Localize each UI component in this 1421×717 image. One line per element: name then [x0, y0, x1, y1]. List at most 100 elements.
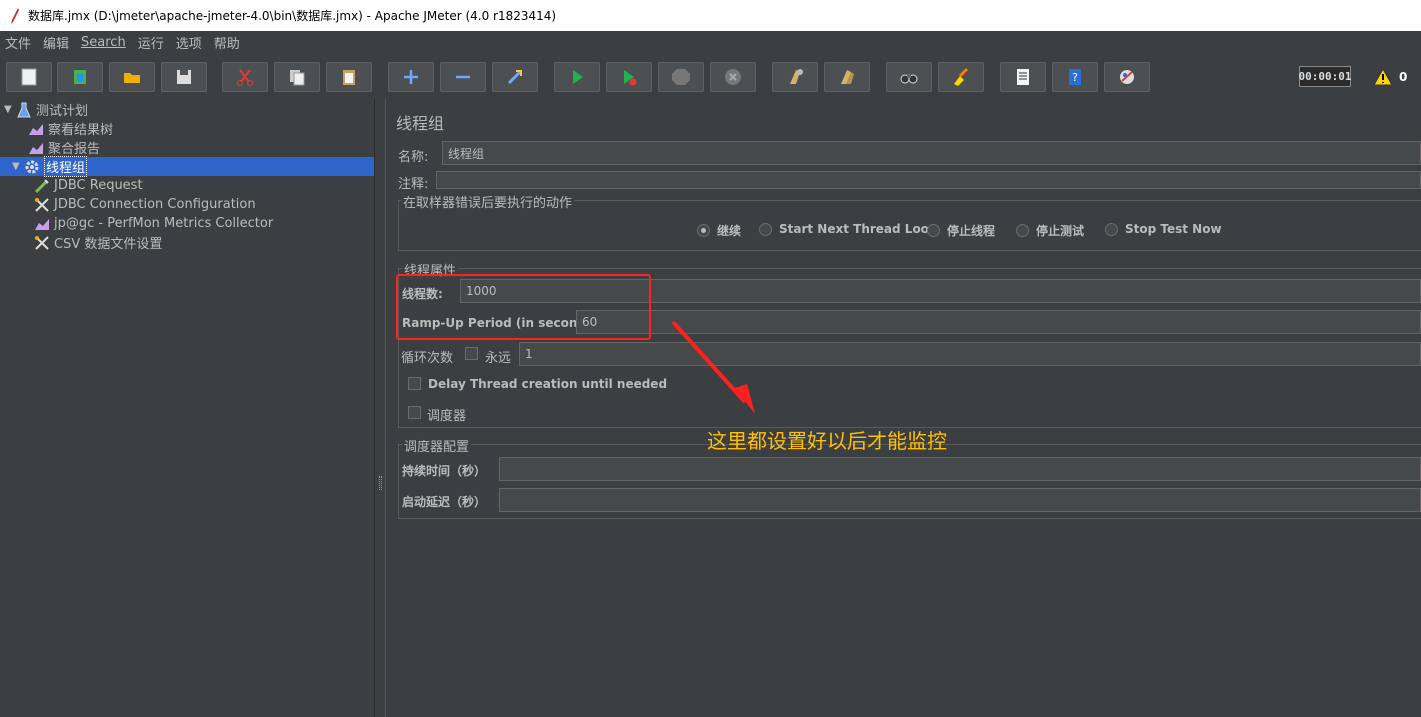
- delay-thread-creation-label: Delay Thread creation until needed: [428, 377, 668, 391]
- radio-continue[interactable]: 继续: [697, 222, 741, 239]
- start-button[interactable]: [554, 62, 600, 92]
- menu-options[interactable]: 选项: [176, 33, 202, 52]
- loop-count-input[interactable]: 1: [519, 342, 1421, 366]
- stop-icon: [672, 69, 690, 85]
- tree-node-jdbc-request[interactable]: JDBC Request: [34, 176, 143, 195]
- templates-icon: [74, 70, 86, 84]
- radio-label: Start Next Thread Loop: [779, 222, 938, 236]
- start-no-pause-button[interactable]: [606, 62, 652, 92]
- remote-button[interactable]: [1104, 62, 1150, 92]
- radio-button[interactable]: [1016, 224, 1029, 237]
- cut-icon: [237, 69, 253, 86]
- listener-icon: [28, 140, 44, 156]
- new-button[interactable]: [6, 62, 52, 92]
- shutdown-icon: [725, 69, 741, 85]
- search-button[interactable]: [886, 62, 932, 92]
- sampler-icon: [34, 178, 50, 194]
- open-icon: [124, 73, 140, 83]
- radio-stop-test[interactable]: 停止测试: [1016, 222, 1084, 239]
- gear-icon: [24, 159, 40, 175]
- help-button[interactable]: ?: [1052, 62, 1098, 92]
- tree-node-aggregate-report[interactable]: 聚合报告: [28, 138, 100, 157]
- radio-start-next-thread-loop[interactable]: Start Next Thread Loop: [759, 222, 938, 236]
- copy-button[interactable]: [274, 62, 320, 92]
- cut-button[interactable]: [222, 62, 268, 92]
- tree-label: 线程组: [44, 156, 88, 177]
- menu-run[interactable]: 运行: [138, 33, 164, 52]
- error-log-indicator[interactable]: 0: [1373, 67, 1413, 87]
- menu-edit[interactable]: 编辑: [43, 33, 69, 52]
- startup-delay-label: 启动延迟（秒）: [402, 495, 487, 509]
- title-bar: 数据库.jmx (D:\jmeter\apache-jmeter-4.0\bin…: [0, 0, 1421, 31]
- shutdown-button[interactable]: [710, 62, 756, 92]
- radio-button[interactable]: [1105, 222, 1118, 236]
- name-label: 名称:: [398, 150, 429, 165]
- help-icon: ?: [1069, 69, 1081, 85]
- radio-stop-thread[interactable]: 停止线程: [927, 222, 995, 239]
- expand-triangle-icon[interactable]: ▼: [12, 161, 24, 172]
- window-title: 数据库.jmx (D:\jmeter\apache-jmeter-4.0\bin…: [28, 9, 557, 23]
- error-action-legend: 在取样器错误后要执行的动作: [401, 192, 575, 211]
- scheduler-checkbox[interactable]: [408, 406, 421, 419]
- scheduler-config-legend: 调度器配置: [402, 436, 472, 455]
- clear-button[interactable]: [772, 62, 818, 92]
- startup-delay-input[interactable]: [499, 488, 1421, 512]
- radio-stop-test-now[interactable]: Stop Test Now: [1105, 222, 1222, 236]
- flask-icon: [16, 102, 32, 118]
- duration-label: 持续时间（秒）: [402, 464, 487, 478]
- splitter-grip-icon: [379, 476, 382, 490]
- annotation-text: 这里都设置好以后才能监控: [707, 429, 947, 453]
- start-icon: [573, 70, 583, 84]
- open-button[interactable]: [109, 62, 155, 92]
- tree-label: 测试计划: [36, 104, 89, 119]
- forever-checkbox[interactable]: [465, 347, 478, 360]
- stop-button[interactable]: [658, 62, 704, 92]
- copy-icon: [290, 70, 305, 86]
- reset-search-button[interactable]: [938, 62, 984, 92]
- tree-node-jdbc-connection[interactable]: JDBC Connection Configuration: [34, 195, 256, 214]
- menu-search[interactable]: Search: [81, 35, 126, 50]
- listener-icon: [34, 216, 50, 232]
- function-helper-button[interactable]: [1000, 62, 1046, 92]
- comment-label: 注释:: [398, 177, 429, 192]
- menu-file[interactable]: 文件: [5, 33, 31, 52]
- page-title: 线程组: [396, 114, 445, 133]
- clear-all-icon: [841, 70, 854, 84]
- tree-node-csv-data-set[interactable]: CSV 数据文件设置: [34, 233, 162, 252]
- expand-triangle-icon[interactable]: ▼: [4, 104, 16, 115]
- clear-all-button[interactable]: [824, 62, 870, 92]
- expand-icon: [404, 70, 418, 84]
- tree-node-perfmon-collector[interactable]: jp@gc - PerfMon Metrics Collector: [34, 214, 273, 233]
- loop-count-label: 循环次数: [401, 351, 454, 366]
- function-helper-icon: [1017, 69, 1029, 85]
- collapse-icon: [456, 75, 470, 79]
- tree-label: CSV 数据文件设置: [54, 237, 163, 252]
- menu-help[interactable]: 帮助: [214, 33, 240, 52]
- tree-label: JDBC Connection Configuration: [54, 197, 256, 212]
- toggle-button[interactable]: [492, 62, 538, 92]
- tree-node-test-plan[interactable]: ▼ 测试计划: [4, 100, 88, 119]
- save-button[interactable]: [161, 62, 207, 92]
- collapse-button[interactable]: [440, 62, 486, 92]
- tree-node-view-results-tree[interactable]: 察看结果树: [28, 119, 113, 138]
- tree-node-thread-group[interactable]: ▼ 线程组: [12, 156, 88, 177]
- paste-button[interactable]: [326, 62, 372, 92]
- expand-button[interactable]: [388, 62, 434, 92]
- scheduler-label: 调度器: [427, 409, 467, 424]
- radio-button[interactable]: [927, 224, 940, 237]
- comment-input[interactable]: [436, 171, 1421, 189]
- split-pane-divider[interactable]: [374, 99, 386, 717]
- templates-button[interactable]: [57, 62, 103, 92]
- tree-label: jp@gc - PerfMon Metrics Collector: [54, 216, 274, 231]
- search-icon: [900, 74, 918, 84]
- delay-thread-creation-checkbox[interactable]: [408, 377, 421, 390]
- warning-icon: [1373, 68, 1393, 86]
- radio-button[interactable]: [759, 222, 772, 236]
- radio-label: 停止线程: [947, 224, 996, 238]
- duration-input[interactable]: [499, 457, 1421, 481]
- tree-label: 聚合报告: [48, 142, 101, 157]
- name-input[interactable]: 线程组: [442, 141, 1421, 165]
- forever-label: 永远: [485, 351, 512, 366]
- radio-button[interactable]: [697, 224, 710, 237]
- menu-bar: 文件 编辑 Search 运行 选项 帮助: [0, 31, 1421, 53]
